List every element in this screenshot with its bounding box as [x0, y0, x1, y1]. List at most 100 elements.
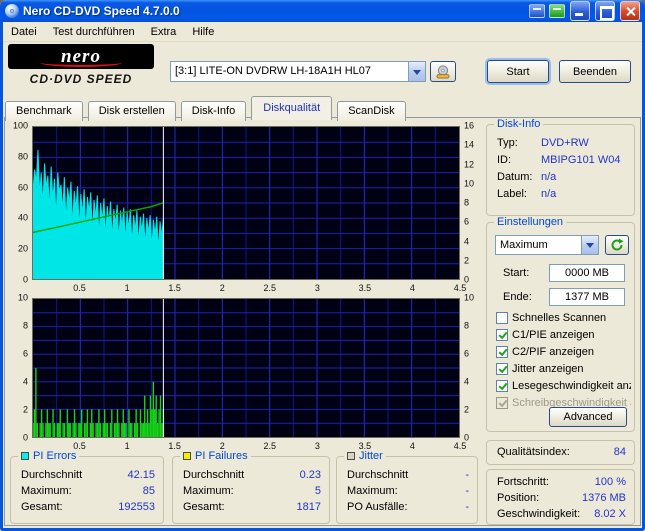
disc-label-value: n/a [541, 188, 557, 200]
nero-product-text: CD·DVD SPEED [29, 72, 133, 86]
titlebar-extra-icon-2[interactable] [549, 4, 565, 18]
pi-failures-swatch [183, 452, 191, 460]
axis-tick-label: 4 [409, 283, 415, 293]
pi-errors-swatch [21, 452, 29, 460]
app-window: Nero CD-DVD Speed 4.7.0.0 Datei Test dur… [0, 0, 645, 531]
pie-chart-left-axis: 100 80 60 40 20 0 [8, 121, 30, 284]
position-value: 1376 MB [581, 492, 626, 504]
advanced-button[interactable]: Advanced [549, 407, 627, 427]
axis-tick-label: 4 [464, 376, 470, 387]
chevron-down-icon[interactable] [581, 236, 598, 254]
start-input[interactable] [549, 264, 625, 282]
menu-hilfe[interactable]: Hilfe [184, 23, 222, 41]
start-button[interactable]: Start [487, 60, 549, 83]
axis-tick-label: 4 [409, 441, 415, 451]
axis-tick-label: 1.5 [168, 283, 181, 293]
axis-tick-label: 100 [12, 120, 28, 131]
quality-index-group: Qualitätsindex: 84 [486, 440, 635, 465]
checkbox-icon [496, 329, 508, 341]
axis-tick-label: 2 [464, 255, 470, 266]
axis-tick-label: 2.5 [263, 283, 277, 293]
disk-info-title: Disk-Info [494, 118, 544, 130]
jitter-swatch [347, 452, 355, 460]
speed-select[interactable]: Maximum [495, 235, 599, 255]
end-input[interactable] [549, 288, 625, 306]
axis-tick-label: 60 [17, 182, 28, 193]
menu-extra[interactable]: Extra [143, 23, 185, 41]
tab-benchmark[interactable]: Benchmark [5, 101, 83, 121]
menu-datei[interactable]: Datei [3, 23, 45, 41]
minimize-button[interactable] [570, 1, 590, 21]
pi-errors-group: PI Errors Durchschnitt 42.15 Maximum: 85… [10, 450, 164, 524]
axis-tick-label: 1 [124, 441, 130, 451]
checkbox-c2-pif-anzeigen[interactable]: C2/PIF anzeigen [496, 345, 631, 359]
menu-test-durchfuehren[interactable]: Test durchführen [45, 23, 143, 41]
refresh-icon [611, 238, 624, 251]
axis-tick-label: 4.5 [453, 441, 467, 451]
jitter-group: Jitter Durchschnitt - Maximum: - PO Ausf… [336, 450, 478, 524]
checkbox-c1-pie-anzeigen[interactable]: C1/PIE anzeigen [496, 328, 631, 342]
progress-value: 100 % [594, 476, 626, 488]
jitter-group-title: Jitter [344, 450, 386, 462]
axis-tick-label: 4 [464, 236, 470, 246]
checkbox-icon [496, 380, 508, 392]
axis-tick-label: 2 [464, 404, 470, 415]
checkbox-jitter-anzeigen[interactable]: Jitter anzeigen [496, 362, 631, 376]
stat-row: Maximum: 5 [183, 485, 321, 497]
checkbox-lesegeschwindigkeit[interactable]: Lesegeschwindigkeit anzeigen [496, 379, 631, 393]
checkbox-icon [496, 312, 508, 324]
quit-button[interactable]: Beenden [559, 60, 631, 83]
axis-tick-label: 0.5 [73, 283, 86, 293]
pie-chart-right-axis: 16 14 12 10 8 6 4 2 0 [462, 121, 478, 284]
axis-tick-label: 8 [464, 197, 470, 208]
checkbox-schnelles-scannen[interactable]: Schnelles Scannen [496, 311, 631, 325]
checkbox-icon [496, 346, 508, 358]
stat-row: Durchschnitt 0.23 [183, 469, 321, 481]
pif-failures-chart: 10 8 6 4 2 0 10 8 6 4 2 0 0.5 1 1.5 2 2.5 3 3.5 4 4.5 [8, 293, 478, 454]
speed-select-value: Maximum [500, 239, 548, 251]
tab-disk-info[interactable]: Disk-Info [180, 101, 247, 121]
axis-tick-label: 10 [464, 292, 475, 303]
tab-disk-erstellen[interactable]: Disk erstellen [87, 101, 176, 121]
drive-selector[interactable]: [3:1] LITE-ON DVDRW LH-18A1H HL07 [170, 61, 426, 82]
titlebar-extra-icon-1[interactable] [529, 4, 545, 18]
axis-tick-label: 12 [464, 159, 475, 169]
quality-index-value: 84 [613, 446, 626, 458]
axis-tick-label: 8 [464, 320, 470, 331]
position-row: Position: 1376 MB [497, 492, 626, 504]
progress-group: Fortschritt: 100 % Position: 1376 MB Ges… [486, 469, 635, 525]
disc-date-value: n/a [541, 171, 557, 183]
axis-tick-label: 8 [22, 320, 28, 331]
refresh-button[interactable] [605, 235, 629, 255]
stat-row: Maximum: 85 [21, 485, 155, 497]
tab-diskqualitaet[interactable]: Diskqualität [251, 96, 333, 120]
disc-type-value: DVD+RW [541, 137, 589, 149]
disc-id-value: MBIPG101 W04 [541, 154, 621, 166]
chevron-down-icon[interactable] [408, 62, 425, 81]
axis-tick-label: 16 [464, 120, 475, 131]
eject-disc-button[interactable] [430, 61, 456, 82]
axis-tick-label: 2 [22, 404, 28, 415]
maximize-button[interactable] [595, 1, 615, 21]
tab-scandisk[interactable]: ScanDisk [337, 101, 406, 121]
disk-info-row: Label: n/a [497, 188, 557, 200]
axis-tick-label: 4 [22, 376, 28, 387]
quality-index-row: Qualitätsindex: 84 [497, 446, 626, 458]
disk-info-row: Typ: DVD+RW [497, 137, 589, 149]
disk-info-row: Datum: n/a [497, 171, 557, 183]
app-disc-icon [5, 4, 19, 18]
pie-errors-chart: 100 80 60 40 20 0 16 14 12 10 8 6 4 2 0 0.5 1 1.5 2 2.5 3 3… [8, 121, 478, 296]
titlebar[interactable]: Nero CD-DVD Speed 4.7.0.0 [0, 0, 645, 22]
checkbox-icon [496, 363, 508, 375]
stat-row: Durchschnitt - [347, 469, 469, 481]
axis-tick-label: 2.5 [263, 441, 277, 451]
axis-tick-label: 6 [464, 348, 470, 359]
stat-row: Maximum: - [347, 485, 469, 497]
window-title: Nero CD-DVD Speed 4.7.0.0 [23, 4, 180, 18]
nero-brand-mark: nero [8, 44, 154, 69]
tab-strip: Benchmark Disk erstellen Disk-Info Diskq… [5, 96, 408, 121]
disk-info-group: Disk-Info Typ: DVD+RW ID: MBIPG101 W04 D… [486, 118, 635, 216]
pie-chart-x-axis: 0.5 1 1.5 2 2.5 3 3.5 4 4.5 [32, 282, 466, 295]
stat-row: Gesamt: 1817 [183, 501, 321, 513]
close-button[interactable] [620, 1, 640, 21]
